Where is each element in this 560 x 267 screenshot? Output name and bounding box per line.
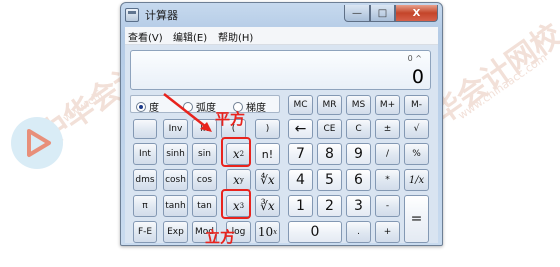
power-exponent: y (239, 176, 244, 184)
mplus-button[interactable]: M+ (375, 95, 400, 115)
multiply-button[interactable]: * (375, 169, 400, 191)
percent-button[interactable]: % (404, 143, 429, 165)
sqrt-button[interactable]: √ (404, 119, 429, 139)
mminus-button[interactable]: M- (404, 95, 429, 115)
menu-help[interactable]: 帮助(H) (218, 29, 253, 44)
reciprocal-button[interactable]: 1/x (404, 169, 429, 191)
cosh-button[interactable]: cosh (163, 169, 188, 191)
zero-button[interactable]: 0 (288, 221, 342, 243)
rparen-button[interactable]: ) (255, 119, 280, 139)
display-history: 0 ^ (407, 54, 422, 63)
exp-button[interactable]: Exp (163, 221, 188, 243)
annotation-arrow-icon (163, 93, 212, 132)
cube-root-button[interactable]: ∛x (255, 195, 280, 217)
tanh-button[interactable]: tanh (163, 195, 188, 217)
menu-edit[interactable]: 编辑(E) (173, 29, 207, 44)
ten-power-base: 10 (257, 225, 274, 239)
four-button[interactable]: 4 (288, 169, 313, 191)
divide-button[interactable]: / (375, 143, 400, 165)
calculator-body: 0 ^ 0 度 弧度 梯度 MC MR MS M+ M- Inv ln ( ) … (125, 45, 438, 243)
ce-button[interactable]: CE (317, 119, 342, 139)
cube-highlight (221, 189, 251, 219)
cube-annotation: 立方 (205, 228, 236, 246)
sin-button[interactable]: sin (192, 143, 217, 165)
tan-button[interactable]: tan (192, 195, 217, 217)
backspace-button[interactable]: ← (288, 119, 313, 139)
radio-selected-icon (136, 101, 146, 112)
nine-button[interactable]: 9 (346, 143, 371, 165)
plusminus-button[interactable]: ± (375, 119, 400, 139)
maximize-button[interactable]: □ (370, 5, 395, 22)
square-highlight (221, 137, 251, 167)
menu-bar: 查看(V) 编辑(E) 帮助(H) (125, 27, 438, 45)
display-panel: 0 ^ 0 (130, 50, 431, 90)
mc-button[interactable]: MC (288, 95, 313, 115)
ms-button[interactable]: MS (346, 95, 371, 115)
radio-degrees-label: 度 (149, 103, 159, 114)
pi-button[interactable]: π (133, 195, 157, 217)
six-button[interactable]: 6 (346, 169, 371, 191)
factorial-button[interactable]: n! (255, 143, 280, 165)
fe-button[interactable]: F-E (133, 221, 157, 243)
seven-button[interactable]: 7 (288, 143, 313, 165)
cos-button[interactable]: cos (192, 169, 217, 191)
equals-button[interactable]: = (404, 195, 429, 243)
calculator-app-icon (125, 8, 139, 22)
sinh-button[interactable]: sinh (163, 143, 188, 165)
int-button[interactable]: Int (133, 143, 157, 165)
ten-power-button[interactable]: 10 x (255, 221, 280, 243)
radio-degrees[interactable]: 度 (136, 99, 159, 114)
three-button[interactable]: 3 (346, 195, 371, 217)
ten-power-exponent: x (273, 228, 278, 236)
eight-button[interactable]: 8 (317, 143, 342, 165)
yroot-button[interactable]: ∜x (255, 169, 280, 191)
decimal-button[interactable]: . (346, 221, 371, 243)
square-annotation: 平方 (215, 110, 246, 128)
power-button[interactable]: xy (226, 169, 251, 191)
five-button[interactable]: 5 (317, 169, 342, 191)
title-bar[interactable]: 计算器 — □ X (125, 5, 438, 25)
two-button[interactable]: 2 (317, 195, 342, 217)
window-title: 计算器 (145, 9, 178, 22)
menu-view[interactable]: 查看(V) (128, 29, 163, 44)
plus-button[interactable]: + (375, 221, 400, 243)
radio-gradians-label: 梯度 (246, 103, 266, 114)
close-button[interactable]: X (395, 5, 438, 22)
mr-button[interactable]: MR (317, 95, 342, 115)
one-button[interactable]: 1 (288, 195, 313, 217)
dms-button[interactable]: dms (133, 169, 157, 191)
watermark-logo-icon (11, 117, 63, 169)
power-base: x (233, 173, 240, 187)
minus-button[interactable]: - (375, 195, 400, 217)
minimize-button[interactable]: — (344, 5, 370, 22)
display-value: 0 (411, 66, 424, 88)
c-button[interactable]: C (346, 119, 371, 139)
blank-button (133, 119, 157, 139)
